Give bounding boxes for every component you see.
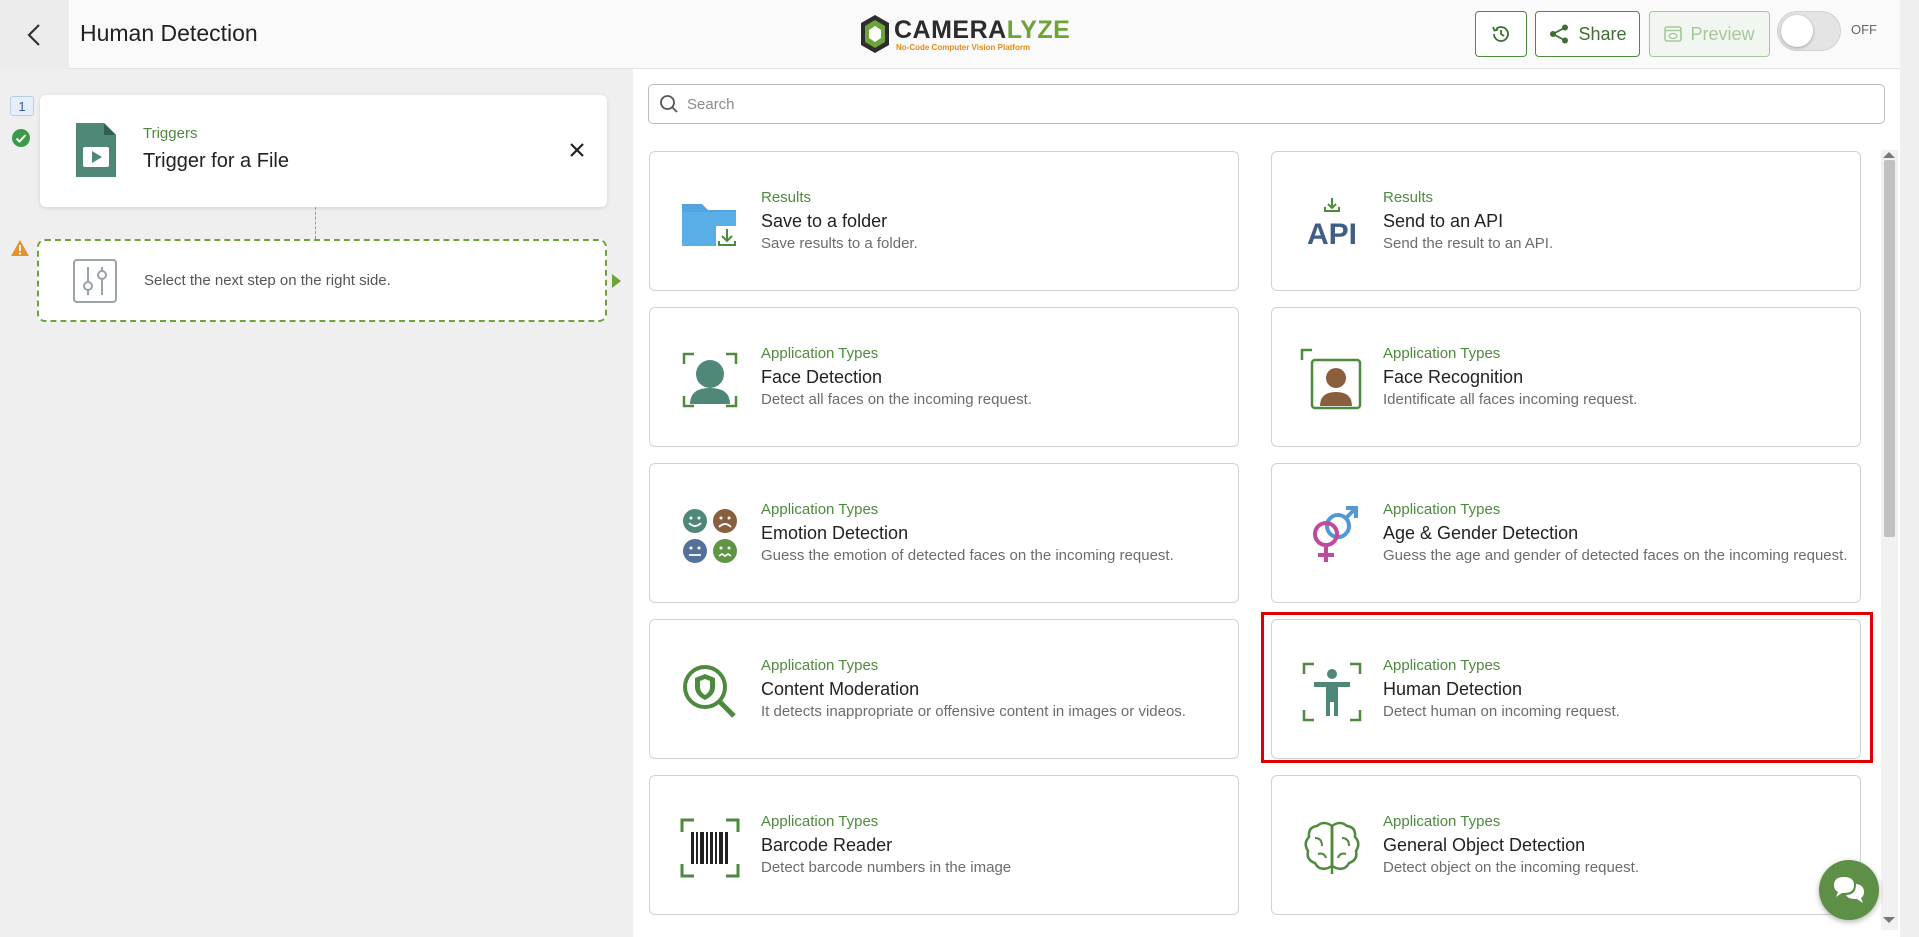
card-barcode-reader[interactable]: Application Types Barcode Reader Detect … — [649, 775, 1239, 915]
card-description: Guess the age and gender of detected fac… — [1383, 547, 1848, 564]
logo-name-pre: CAMERA — [894, 15, 1007, 44]
card-category: Application Types — [1383, 657, 1501, 674]
card-human-detection[interactable]: Application Types Human Detection Detect… — [1271, 619, 1861, 759]
card-title: Face Detection — [761, 367, 883, 387]
history-icon — [1492, 26, 1509, 42]
folder-download-icon — [682, 204, 738, 248]
card-face-recognition[interactable]: Application Types Face Recognition Ident… — [1271, 307, 1861, 447]
face-detection-icon — [682, 352, 738, 408]
logo-tagline: No-Code Computer Vision Platform — [896, 42, 1031, 52]
card-description: Detect human on incoming request. — [1383, 703, 1620, 720]
video-file-icon — [76, 123, 116, 177]
search-input[interactable] — [687, 86, 1867, 122]
card-description: Send the result to an API. — [1383, 235, 1554, 252]
card-category: Application Types — [1383, 501, 1501, 518]
page-title: Human Detection — [80, 20, 258, 46]
close-icon — [570, 143, 584, 157]
brain-icon — [1304, 821, 1360, 874]
card-description: Save results to a folder. — [761, 235, 918, 252]
card-emotion-detection[interactable]: Application Types Emotion Detection Gues… — [649, 463, 1239, 603]
card-title: Age & Gender Detection — [1383, 523, 1579, 543]
card-content-moderation[interactable]: Application Types Content Moderation It … — [649, 619, 1239, 759]
card-description: Detect barcode numbers in the image — [761, 859, 1012, 876]
search-icon — [660, 95, 678, 113]
share-icon — [1550, 24, 1569, 44]
gender-icon — [1313, 506, 1358, 562]
human-detection-icon — [1302, 662, 1362, 722]
toggle-knob — [1781, 15, 1813, 47]
share-label: Share — [1578, 23, 1627, 44]
card-title: Emotion Detection — [761, 523, 909, 543]
card-save-to-folder[interactable]: Results Save to a folder Save results to… — [649, 151, 1239, 291]
live-toggle[interactable] — [1777, 11, 1841, 51]
check-circle-icon — [12, 129, 30, 147]
logo-cube-icon — [861, 15, 889, 53]
preview-button[interactable]: Preview — [1649, 11, 1770, 57]
card-title: Save to a folder — [761, 211, 888, 231]
flow-connector — [315, 207, 316, 239]
remove-trigger-button[interactable] — [562, 135, 592, 165]
search-box[interactable] — [648, 84, 1885, 124]
scroll-down-arrow[interactable] — [1883, 917, 1895, 923]
card-category: Application Types — [761, 345, 879, 362]
history-button[interactable] — [1475, 11, 1527, 57]
next-step-placeholder[interactable]: Select the next step on the right side. — [37, 239, 607, 322]
card-description: Detect all faces on the incoming request… — [761, 391, 1032, 408]
card-category: Application Types — [761, 813, 879, 830]
card-age-gender-detection[interactable]: Application Types Age & Gender Detection… — [1271, 463, 1861, 603]
step-number-badge: 1 — [10, 96, 34, 116]
face-recognition-icon — [1300, 348, 1362, 410]
card-title: Barcode Reader — [761, 835, 893, 855]
preview-icon — [1664, 26, 1683, 42]
card-description: Guess the emotion of detected faces on t… — [761, 547, 1174, 564]
card-category: Results — [761, 189, 812, 206]
scroll-up-arrow[interactable] — [1883, 152, 1895, 158]
trigger-category: Triggers — [143, 125, 198, 142]
share-button[interactable]: Share — [1535, 11, 1640, 57]
card-category: Application Types — [761, 657, 879, 674]
emotion-icon — [683, 509, 737, 563]
scrollbar-thumb[interactable] — [1884, 160, 1895, 537]
trigger-step-card[interactable]: Triggers Trigger for a File — [40, 95, 607, 207]
card-category: Application Types — [761, 501, 879, 518]
chevron-left-icon — [26, 23, 40, 46]
cameralyze-logo: CAMERALYZE No-Code Computer Vision Platf… — [860, 12, 1070, 56]
preview-label: Preview — [1690, 23, 1755, 44]
card-title: General Object Detection — [1383, 835, 1586, 855]
next-step-arrow — [612, 274, 621, 288]
toggle-state-label: OFF — [1851, 22, 1877, 37]
card-category: Results — [1383, 189, 1434, 206]
logo-name-post: LYZE — [1006, 15, 1071, 44]
top-header: Human Detection CAMERALYZE No-Code Compu… — [0, 0, 1900, 69]
warning-icon — [11, 240, 29, 256]
card-title: Send to an API — [1383, 211, 1504, 231]
api-icon: API — [1307, 198, 1357, 251]
card-description: It detects inappropriate or offensive co… — [761, 703, 1186, 720]
back-button[interactable] — [0, 0, 69, 69]
api-icon-text: API — [1307, 218, 1357, 251]
card-general-object-detection[interactable]: Application Types General Object Detecti… — [1271, 775, 1861, 915]
card-description: Detect object on the incoming request. — [1383, 859, 1639, 876]
moderation-icon — [683, 665, 736, 718]
sliders-icon — [73, 259, 117, 303]
card-title: Content Moderation — [761, 679, 920, 699]
card-face-detection[interactable]: Application Types Face Detection Detect … — [649, 307, 1239, 447]
card-description: Identificate all faces incoming request. — [1383, 391, 1638, 408]
card-title: Human Detection — [1383, 679, 1523, 699]
card-send-to-api[interactable]: API Results Send to an API Send the resu… — [1271, 151, 1861, 291]
next-step-text: Select the next step on the right side. — [144, 272, 391, 289]
card-title: Face Recognition — [1383, 367, 1524, 387]
trigger-title: Trigger for a File — [143, 150, 289, 172]
barcode-icon — [680, 818, 740, 878]
card-category: Application Types — [1383, 345, 1501, 362]
chat-bubbles-icon — [1834, 877, 1864, 903]
card-category: Application Types — [1383, 813, 1501, 830]
chat-button[interactable] — [1819, 860, 1879, 920]
